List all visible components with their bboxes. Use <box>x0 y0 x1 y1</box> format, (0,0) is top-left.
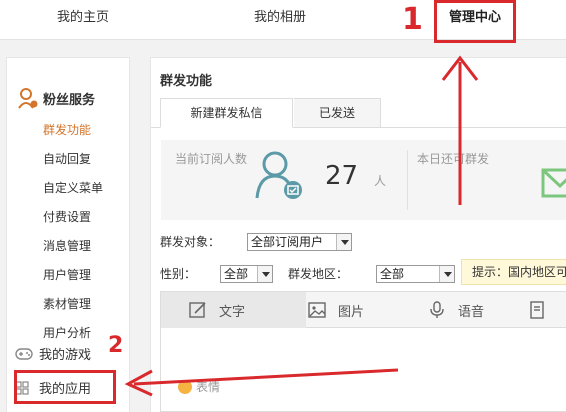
annotation-arrows <box>124 55 479 397</box>
arrow-left-line <box>133 368 399 386</box>
